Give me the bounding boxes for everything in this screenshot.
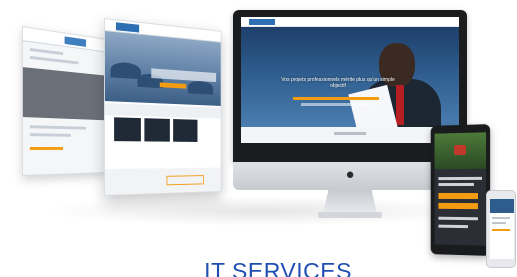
site-hero-image: [22, 67, 105, 121]
site-content-band: [241, 127, 459, 143]
accent-bar: [438, 202, 478, 210]
imac-screen: Vos projets professionnels mérite plus q…: [241, 17, 459, 143]
accent-line: [29, 147, 64, 150]
text-line: [492, 222, 506, 224]
apple-icon: ●: [345, 166, 355, 183]
phone-header-band: [490, 199, 514, 213]
site-hero-banner: Vos projets professionnels mérite plus q…: [241, 27, 459, 138]
umbrella-shape: [110, 61, 141, 80]
hero-title: Vos projets professionnels mérite plus q…: [281, 77, 395, 89]
website-screenshot-middle: [104, 18, 222, 196]
cta-outline: [166, 175, 204, 186]
thumbnail: [173, 119, 198, 142]
tablet-screen: [434, 132, 487, 246]
smartphone-device: [486, 190, 516, 268]
text-line: [29, 125, 87, 130]
accent-bar: [438, 192, 478, 200]
caption-it-services: IT SERVICES: [204, 258, 352, 277]
website-screenshot-left: [22, 26, 105, 176]
it-services-mockup: Vos projets professionnels mérite plus q…: [0, 0, 517, 277]
imac-stand-neck: [323, 190, 377, 214]
site-logo: [249, 19, 275, 25]
smartphone-screen: [490, 199, 514, 259]
tablet-device: [430, 124, 491, 256]
hero-accent-line: [293, 97, 379, 100]
floor-shadow: [40, 196, 480, 226]
businessman-tie: [396, 85, 404, 125]
video-play-icon: [454, 144, 466, 156]
text-line: [29, 133, 71, 137]
thumbnail: [114, 117, 141, 142]
text-line: [29, 55, 79, 65]
site-navbar: [241, 17, 459, 27]
umbrella-shape: [187, 80, 214, 95]
text-line: [438, 224, 468, 229]
hero-subtext-line: [301, 103, 371, 106]
site-logo: [64, 36, 87, 47]
text-line: [29, 48, 64, 56]
content-text-line: [334, 132, 366, 135]
imac-stand-foot: [318, 212, 382, 218]
text-line: [438, 176, 483, 181]
text-line: [492, 217, 510, 219]
text-line: [438, 182, 474, 187]
thumbnail: [144, 118, 170, 142]
content-band: [104, 103, 221, 119]
accent-line: [492, 229, 510, 231]
tablet-video-area: [434, 132, 487, 170]
site-logo: [115, 22, 140, 33]
text-line: [438, 216, 478, 221]
